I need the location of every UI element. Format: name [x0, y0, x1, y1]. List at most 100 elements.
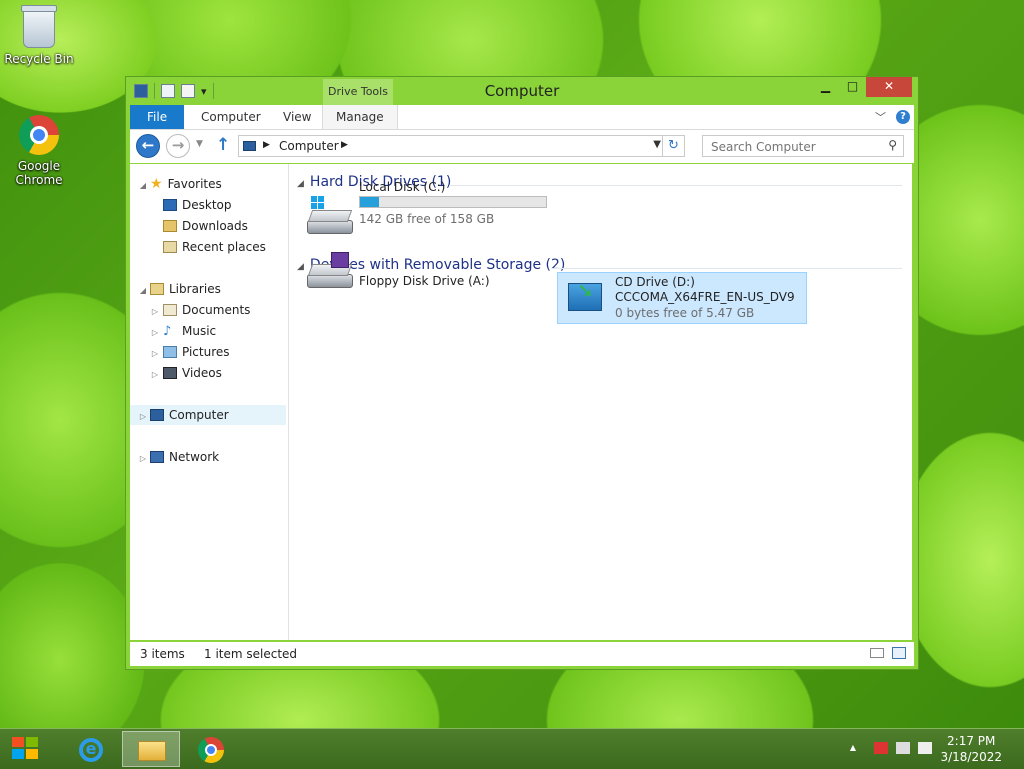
search-box[interactable]: ⚲ — [702, 135, 904, 157]
tab-file[interactable]: File — [130, 105, 185, 129]
recent-locations-chevron-icon[interactable]: ▼ — [196, 139, 203, 149]
nav-label: Documents — [182, 303, 251, 317]
window-title: Computer — [484, 82, 560, 100]
desktop-icon — [163, 199, 177, 211]
search-icon[interactable]: ⚲ — [888, 138, 897, 152]
collapse-group-icon[interactable]: ◢ — [297, 179, 304, 189]
status-item-count: 3 items — [140, 647, 185, 661]
content-pane: ◢ Hard Disk Drives (1) Local Disk (C:) 14… — [289, 164, 912, 640]
nav-computer[interactable]: ▷ Computer — [130, 405, 286, 425]
maximize-button[interactable]: □ — [839, 77, 866, 97]
tab-view[interactable]: View — [270, 105, 324, 129]
taskbar-google-chrome[interactable] — [182, 731, 240, 767]
tab-computer[interactable]: Computer — [188, 105, 274, 129]
nav-item-recent-places[interactable]: Recent places — [160, 237, 266, 257]
expand-arrow-icon[interactable]: ▷ — [150, 365, 160, 385]
nav-item-desktop[interactable]: Desktop — [160, 195, 232, 215]
documents-icon — [163, 304, 177, 316]
music-icon: ♪ — [163, 324, 172, 339]
desktop-icon-recycle-bin[interactable]: Recycle Bin — [4, 5, 74, 66]
taskbar: e ▲ 2:17 PM 3/18/2022 — [0, 728, 1024, 769]
drive-cd-d[interactable]: ➘ CD Drive (D:) CCCOMA_X64FRE_EN-US_DV9 … — [557, 272, 807, 324]
desktop-icon-label: Recycle Bin — [4, 52, 74, 66]
star-icon: ★ — [150, 176, 163, 192]
downloads-icon — [163, 220, 177, 232]
nav-libraries[interactable]: ◢ Libraries — [130, 279, 221, 299]
nav-label: Recent places — [182, 240, 266, 254]
taskbar-internet-explorer[interactable]: e — [62, 731, 120, 767]
status-selection-count: 1 item selected — [204, 647, 298, 661]
expand-arrow-icon[interactable]: ▷ — [150, 344, 160, 364]
drive-floppy-a[interactable]: Floppy Disk Drive (A:) — [303, 252, 553, 414]
action-center-flag-icon[interactable] — [874, 742, 888, 754]
nav-label: Libraries — [169, 282, 221, 296]
navigation-pane: ◢ ★ Favorites Desktop Downloads Recent pla… — [130, 164, 289, 640]
breadcrumb-computer[interactable]: Computer — [279, 139, 339, 153]
chrome-icon — [19, 115, 59, 155]
minimize-button[interactable]: ▁ — [812, 77, 839, 97]
network-icon — [150, 451, 164, 463]
collapse-group-icon[interactable]: ◢ — [297, 262, 304, 272]
navigation-bar: ← → ▼ ↑ ▶ Computer ▶ ▼ ↻ ⚲ — [130, 130, 914, 163]
nav-item-downloads[interactable]: Downloads — [160, 216, 248, 236]
recent-places-icon — [163, 241, 177, 253]
nav-item-music[interactable]: ▷ ♪ Music — [150, 321, 216, 341]
collapse-arrow-icon[interactable]: ◢ — [138, 176, 148, 196]
nav-item-pictures[interactable]: ▷ Pictures — [150, 342, 230, 362]
address-bar[interactable]: ▶ Computer ▶ ▼ ↻ — [238, 135, 685, 157]
expand-arrow-icon[interactable]: ▷ — [138, 449, 148, 469]
expand-ribbon-chevron-icon[interactable]: ﹀ — [875, 109, 886, 125]
drive-name: CD Drive (D:) — [615, 275, 695, 289]
show-hidden-icons-chevron-icon[interactable]: ▲ — [850, 743, 856, 752]
search-input[interactable] — [709, 137, 883, 157]
nav-label: Desktop — [182, 198, 232, 212]
nav-item-documents[interactable]: ▷ Documents — [150, 300, 251, 322]
expand-arrow-icon[interactable]: ▷ — [138, 407, 148, 427]
drive-volume-label: CCCOMA_X64FRE_EN-US_DV9 — [615, 290, 795, 304]
breadcrumb-separator-icon[interactable]: ▶ — [341, 140, 348, 150]
computer-icon — [243, 141, 256, 151]
chrome-icon — [198, 737, 224, 763]
drive-free-space: 142 GB free of 158 GB — [359, 212, 495, 226]
breadcrumb-separator-icon[interactable]: ▶ — [263, 140, 270, 150]
desktop-icon-google-chrome[interactable]: Google Chrome — [4, 115, 74, 187]
expand-arrow-icon[interactable]: ▷ — [150, 323, 160, 343]
clock[interactable]: 2:17 PM 3/18/2022 — [940, 733, 1002, 765]
up-button[interactable]: ↑ — [216, 135, 230, 155]
pictures-icon — [163, 346, 177, 358]
ribbon-tabs: File Computer View Manage ﹀ ? — [130, 105, 914, 130]
recycle-bin-icon — [21, 5, 57, 48]
title-bar[interactable]: ▾ Drive Tools Computer ▁ □ ✕ — [126, 77, 918, 105]
collapse-arrow-icon[interactable]: ◢ — [138, 281, 148, 301]
expand-arrow-icon[interactable]: ▷ — [150, 302, 160, 322]
close-button[interactable]: ✕ — [866, 77, 912, 97]
start-button[interactable] — [12, 737, 40, 761]
help-icon[interactable]: ? — [896, 110, 910, 124]
refresh-button[interactable]: ↻ — [662, 136, 684, 156]
group-divider — [449, 185, 902, 186]
back-button[interactable]: ← — [136, 134, 160, 158]
clock-date: 3/18/2022 — [940, 750, 1002, 764]
large-icons-view-icon[interactable] — [892, 647, 906, 659]
nav-label: Computer — [169, 408, 229, 422]
forward-button[interactable]: → — [166, 134, 190, 158]
drive-usage-fill — [360, 197, 379, 207]
internet-explorer-icon: e — [79, 738, 103, 762]
system-tray: ▲ 2:17 PM 3/18/2022 — [824, 729, 1024, 769]
address-history-chevron-icon[interactable]: ▼ — [653, 139, 661, 150]
drive-local-disk-c[interactable]: Local Disk (C:) 142 GB free of 158 GB — [303, 180, 573, 246]
nav-label: Network — [169, 450, 220, 464]
taskbar-file-explorer[interactable] — [122, 731, 180, 767]
drive-free-space: 0 bytes free of 5.47 GB — [615, 306, 755, 320]
tab-manage[interactable]: Manage — [322, 105, 398, 129]
nav-favorites[interactable]: ◢ ★ Favorites — [130, 174, 222, 194]
network-status-icon[interactable] — [896, 742, 910, 754]
drive-name: Local Disk (C:) — [359, 180, 446, 194]
drive-name: Floppy Disk Drive (A:) — [359, 274, 490, 288]
details-view-icon[interactable] — [870, 648, 884, 658]
volume-muted-icon[interactable] — [918, 742, 932, 754]
libraries-icon — [150, 283, 164, 295]
nav-network[interactable]: ▷ Network — [130, 447, 219, 467]
nav-item-videos[interactable]: ▷ Videos — [150, 363, 222, 383]
nav-label: Favorites — [167, 177, 222, 191]
